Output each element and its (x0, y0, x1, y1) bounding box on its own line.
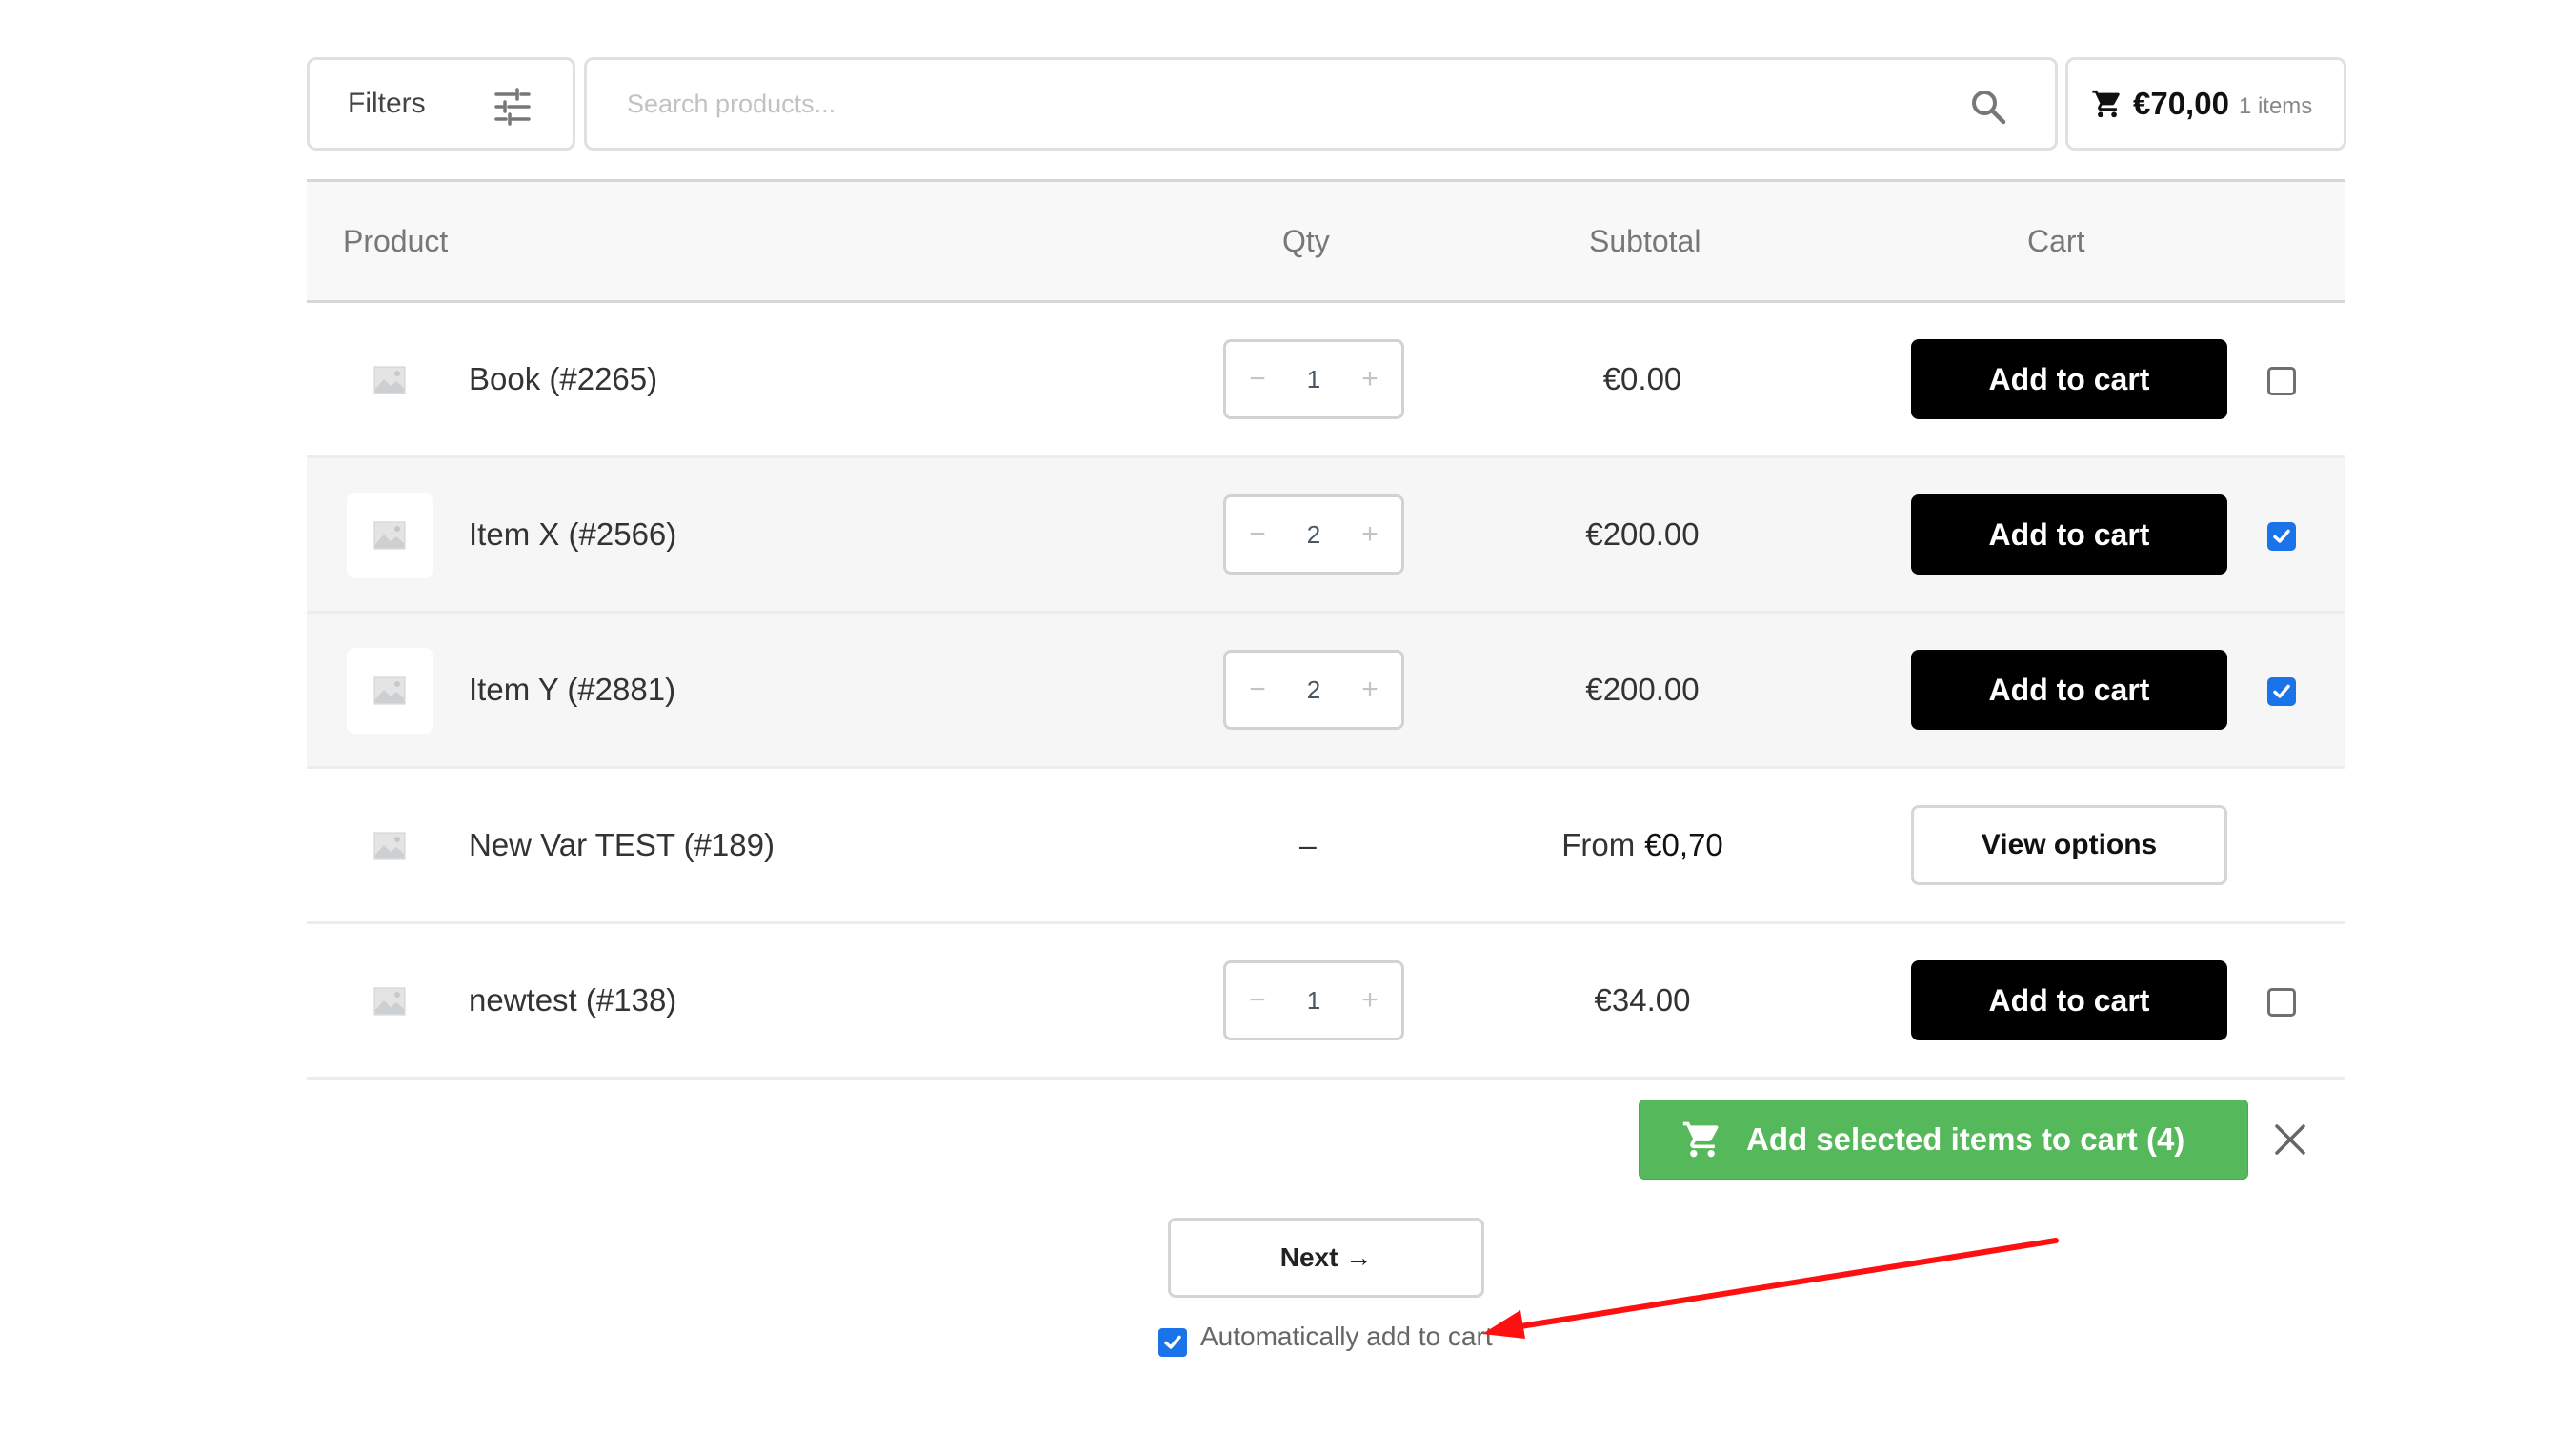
add-selected-label: Add selected items to cart (4) (1746, 1121, 2185, 1157)
product-name[interactable]: Item Y (#2881) (469, 614, 675, 766)
product-thumbnail[interactable] (347, 337, 433, 423)
qty-input[interactable]: 1 (1290, 986, 1338, 1016)
select-checkbox[interactable] (2267, 367, 2296, 395)
cart-icon (2092, 90, 2120, 118)
add-to-cart-button[interactable]: Add to cart (1911, 650, 2227, 730)
product-table: Product Qty Subtotal Cart Book (#2265) −… (307, 179, 2345, 1080)
select-checkbox[interactable] (2267, 522, 2296, 551)
search-box (584, 57, 2058, 151)
annotation-arrow-shaft (1512, 1238, 2059, 1330)
price-from-value: €0,70 (1644, 827, 1723, 862)
image-placeholder-icon (373, 521, 406, 550)
sliders-icon (494, 88, 531, 126)
qty-increase-button[interactable]: + (1356, 518, 1384, 551)
cart-total: €70,00 (2133, 86, 2229, 121)
product-name[interactable]: newtest (#138) (469, 924, 676, 1077)
add-selected-to-cart-button[interactable]: Add selected items to cart (4) (1639, 1100, 2248, 1180)
product-thumbnail[interactable] (347, 493, 433, 578)
qty-decrease-button[interactable]: − (1243, 363, 1272, 395)
table-header: Product Qty Subtotal Cart (307, 179, 2345, 303)
quantity-stepper: − 1 + (1223, 339, 1404, 419)
header-qty: Qty (1282, 223, 1330, 258)
image-placeholder-icon (373, 832, 406, 860)
qty-decrease-button[interactable]: − (1243, 518, 1272, 551)
qty-decrease-button[interactable]: − (1243, 674, 1272, 706)
table-row: newtest (#138) − 1 + €34.00 Add to cart (307, 924, 2345, 1080)
quantity-stepper: − 1 + (1223, 960, 1404, 1040)
row-subtotal: €200.00 (1585, 672, 1700, 707)
mini-cart[interactable]: €70,00 1 items (2065, 57, 2346, 151)
row-subtotal: From €0,70 (1428, 769, 1857, 921)
next-page-button[interactable]: Next → (1168, 1218, 1484, 1298)
row-subtotal: €34.00 (1594, 982, 1691, 1018)
qty-not-applicable: – (1299, 827, 1317, 862)
qty-increase-button[interactable]: + (1356, 363, 1384, 395)
filters-button[interactable]: Filters (307, 57, 575, 151)
add-to-cart-button[interactable]: Add to cart (1911, 494, 2227, 575)
table-row: Book (#2265) − 1 + €0.00 Add to cart (307, 303, 2345, 458)
cart-item-count: 1 items (2238, 93, 2313, 119)
close-icon[interactable] (2273, 1122, 2307, 1157)
product-thumbnail[interactable] (347, 959, 433, 1044)
auto-add-label[interactable]: Automatically add to cart (1200, 1322, 1493, 1352)
table-row: Item X (#2566) − 2 + €200.00 Add to cart (307, 458, 2345, 614)
select-checkbox[interactable] (2267, 677, 2296, 706)
view-options-button[interactable]: View options (1911, 805, 2227, 885)
product-thumbnail[interactable] (347, 803, 433, 889)
row-subtotal: €0.00 (1602, 361, 1682, 396)
qty-input[interactable]: 2 (1290, 676, 1338, 705)
table-row: New Var TEST (#189) – From €0,70 View op… (307, 769, 2345, 924)
add-to-cart-button[interactable]: Add to cart (1911, 960, 2227, 1040)
product-name[interactable]: Book (#2265) (469, 303, 657, 455)
header-subtotal: Subtotal (1589, 223, 1701, 258)
select-checkbox[interactable] (2267, 988, 2296, 1017)
product-name[interactable]: New Var TEST (#189) (469, 769, 775, 921)
filters-label: Filters (348, 88, 426, 119)
checkmark-icon (2273, 684, 2290, 698)
row-subtotal: €200.00 (1585, 516, 1700, 552)
add-to-cart-button[interactable]: Add to cart (1911, 339, 2227, 419)
quantity-stepper: − 2 + (1223, 650, 1404, 730)
quantity-stepper: − 2 + (1223, 494, 1404, 575)
product-thumbnail[interactable] (347, 648, 433, 734)
price-prefix: From (1561, 827, 1636, 862)
auto-add-checkbox[interactable] (1158, 1328, 1187, 1357)
search-icon[interactable] (1969, 88, 2007, 126)
image-placeholder-icon (373, 987, 406, 1016)
checkmark-icon (1164, 1335, 1181, 1349)
qty-input[interactable]: 1 (1290, 365, 1338, 394)
image-placeholder-icon (373, 676, 406, 705)
image-placeholder-icon (373, 366, 406, 394)
header-product: Product (343, 223, 449, 258)
checkmark-icon (2273, 529, 2290, 543)
header-cart: Cart (2027, 223, 2085, 258)
search-input[interactable] (625, 88, 1867, 120)
qty-decrease-button[interactable]: − (1243, 984, 1272, 1017)
table-row: Item Y (#2881) − 2 + €200.00 Add to cart (307, 614, 2345, 769)
cart-icon (1682, 1121, 1719, 1158)
product-name[interactable]: Item X (#2566) (469, 458, 676, 611)
qty-increase-button[interactable]: + (1356, 984, 1384, 1017)
qty-increase-button[interactable]: + (1356, 674, 1384, 706)
qty-input[interactable]: 2 (1290, 520, 1338, 550)
